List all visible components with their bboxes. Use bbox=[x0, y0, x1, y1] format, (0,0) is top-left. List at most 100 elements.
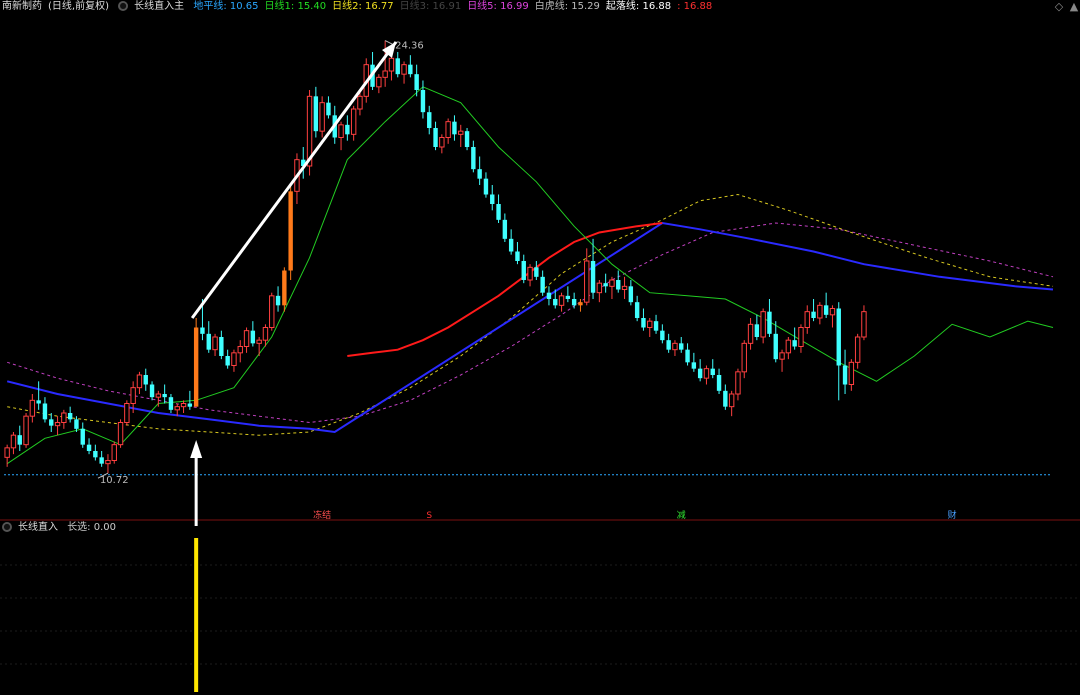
candle-body bbox=[49, 419, 54, 426]
candle-body bbox=[773, 333, 778, 360]
candle-body bbox=[767, 311, 772, 334]
candle-body bbox=[433, 128, 438, 147]
event-marker: 减 bbox=[677, 509, 686, 521]
candle-body bbox=[86, 444, 92, 451]
candle-body bbox=[571, 299, 577, 306]
candle-body bbox=[521, 261, 526, 280]
event-marker: 财 bbox=[948, 509, 957, 521]
candle-body bbox=[483, 178, 489, 195]
candle-body bbox=[716, 375, 722, 391]
candle-body bbox=[143, 375, 148, 385]
candle-body bbox=[798, 327, 804, 347]
candle-body bbox=[647, 320, 653, 328]
ma-yellow-line bbox=[7, 193, 1054, 436]
candle-body bbox=[785, 339, 792, 354]
candle-body bbox=[414, 74, 419, 90]
candle-body bbox=[439, 137, 445, 148]
candle-body bbox=[584, 260, 590, 303]
candle-body bbox=[4, 447, 10, 458]
candle-body bbox=[458, 130, 464, 135]
candle-body bbox=[679, 343, 684, 350]
candle-body bbox=[540, 276, 545, 293]
candle-body bbox=[130, 387, 136, 404]
candle-body bbox=[660, 330, 665, 341]
candle-body bbox=[836, 308, 841, 366]
candle-body bbox=[10, 434, 17, 449]
candle-body bbox=[697, 368, 703, 379]
candle-body bbox=[99, 457, 104, 464]
candle-body bbox=[395, 58, 400, 75]
low-price-label: 10.72 bbox=[100, 475, 129, 486]
candle-body bbox=[452, 121, 457, 135]
candle-body bbox=[237, 346, 243, 354]
high-pointer bbox=[384, 40, 394, 46]
candle-body bbox=[174, 406, 180, 411]
candle-body bbox=[168, 397, 174, 410]
candle-body bbox=[596, 282, 603, 294]
candle-body bbox=[653, 321, 659, 331]
candle-body bbox=[741, 342, 747, 373]
candle-body bbox=[282, 270, 287, 306]
candle-body bbox=[54, 422, 61, 427]
candle-body bbox=[477, 169, 482, 179]
candle-body bbox=[842, 365, 848, 385]
candle-body bbox=[754, 324, 760, 337]
candle-body bbox=[728, 393, 735, 408]
candle-body bbox=[829, 308, 836, 316]
candle-body bbox=[250, 330, 256, 344]
candle-body bbox=[578, 302, 583, 306]
candle-body bbox=[490, 194, 495, 204]
candle-body bbox=[817, 304, 823, 319]
candle-body bbox=[735, 371, 741, 395]
candle-body bbox=[180, 403, 187, 408]
ma-blue-line bbox=[6, 221, 1054, 434]
candle-body bbox=[823, 305, 829, 315]
candle-body bbox=[319, 102, 325, 132]
trend-arrow-line bbox=[190, 41, 398, 319]
candle-body bbox=[779, 352, 785, 360]
candle-body bbox=[17, 435, 22, 445]
candle-body bbox=[36, 400, 41, 404]
candle-body bbox=[534, 267, 539, 277]
candle-body bbox=[124, 403, 130, 423]
high-price-label: 24.36 bbox=[395, 41, 424, 52]
candlestick-chart[interactable]: 24.36 10.72 冻结 S 减 财 bbox=[0, 0, 1080, 695]
candle-body bbox=[811, 311, 816, 318]
candle-body bbox=[162, 394, 167, 398]
candle-body bbox=[546, 292, 552, 299]
candle-body bbox=[445, 121, 451, 138]
candle-body bbox=[621, 285, 628, 291]
candle-body bbox=[496, 204, 501, 220]
candle-body bbox=[74, 419, 79, 429]
candle-body bbox=[206, 333, 211, 350]
candle-body bbox=[256, 339, 262, 344]
candle-body bbox=[376, 76, 382, 88]
candle-body bbox=[515, 251, 520, 261]
candle-body bbox=[23, 415, 29, 446]
candle-body bbox=[29, 399, 36, 417]
candle-body bbox=[427, 112, 432, 128]
candle-body bbox=[792, 340, 797, 347]
candle-body bbox=[634, 302, 640, 318]
candle-body bbox=[93, 451, 98, 458]
candle-body bbox=[672, 342, 678, 351]
candle-body bbox=[420, 90, 426, 113]
candle-body bbox=[187, 403, 193, 407]
signal-bar bbox=[194, 538, 199, 692]
candle-body bbox=[861, 311, 867, 338]
candle-body bbox=[508, 238, 514, 252]
candle-body bbox=[553, 299, 558, 306]
candle-body bbox=[382, 70, 388, 78]
candle-body bbox=[155, 393, 162, 398]
candle-body bbox=[616, 280, 621, 290]
candle-body bbox=[408, 64, 413, 75]
candle-body bbox=[231, 352, 237, 367]
candle-body bbox=[590, 261, 596, 293]
candle-body bbox=[225, 356, 230, 366]
candle-body bbox=[747, 323, 754, 344]
candle-body bbox=[628, 286, 634, 303]
candle-body bbox=[111, 444, 117, 461]
ma-magenta-line bbox=[7, 222, 1054, 424]
candle-body bbox=[275, 295, 281, 306]
candle-body bbox=[345, 124, 350, 135]
